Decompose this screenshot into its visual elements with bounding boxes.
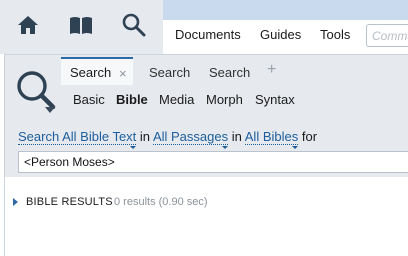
- nav-guides[interactable]: Guides: [260, 27, 301, 42]
- tab-search-3[interactable]: Search: [200, 57, 258, 85]
- search-icon[interactable]: [121, 12, 147, 38]
- query-builder-line: Search All Bible Text in All Passages in…: [18, 129, 318, 145]
- search-query-input[interactable]: <Person Moses>: [18, 151, 408, 173]
- app-toolbar: Documents Guides Tools Command: [0, 0, 408, 54]
- subtab-syntax[interactable]: Syntax: [255, 92, 295, 107]
- search-panel: Search × Search Search + Basic Bible Med…: [4, 54, 408, 256]
- subtab-media[interactable]: Media: [159, 92, 194, 107]
- query-connector-in: in: [231, 129, 242, 144]
- results-label: BIBLE RESULTS: [26, 196, 113, 208]
- subtab-morph[interactable]: Morph: [206, 92, 243, 107]
- nav-documents[interactable]: Documents: [175, 27, 241, 42]
- bibles-dropdown[interactable]: All Bibles: [244, 129, 299, 145]
- query-connector-for: for: [301, 129, 318, 144]
- library-book-icon[interactable]: [68, 12, 94, 38]
- panel-menu-chevron-down-icon[interactable]: [45, 107, 55, 113]
- tab-label: Search: [70, 65, 112, 80]
- tab-label: Search: [149, 65, 191, 80]
- add-tab-plus-icon[interactable]: +: [267, 61, 276, 79]
- nav-tools[interactable]: Tools: [320, 27, 350, 42]
- toolbar-strip: [163, 0, 408, 20]
- close-icon[interactable]: ×: [119, 66, 127, 81]
- results-count: 0 results (0.90 sec): [114, 196, 208, 208]
- query-connector-in: in: [139, 129, 151, 144]
- search-mode-dropdown[interactable]: Search All Bible Text: [18, 129, 137, 145]
- home-icon[interactable]: [15, 12, 41, 38]
- subtab-basic[interactable]: Basic: [73, 92, 105, 107]
- tab-search-2[interactable]: Search: [140, 57, 198, 85]
- subtab-bible[interactable]: Bible: [116, 92, 148, 107]
- expand-arrow-icon[interactable]: [13, 198, 18, 206]
- command-input[interactable]: Command: [366, 24, 408, 47]
- tab-label: Search: [209, 65, 251, 80]
- passages-dropdown[interactable]: All Passages: [152, 129, 229, 145]
- tab-search-1[interactable]: Search ×: [61, 57, 133, 85]
